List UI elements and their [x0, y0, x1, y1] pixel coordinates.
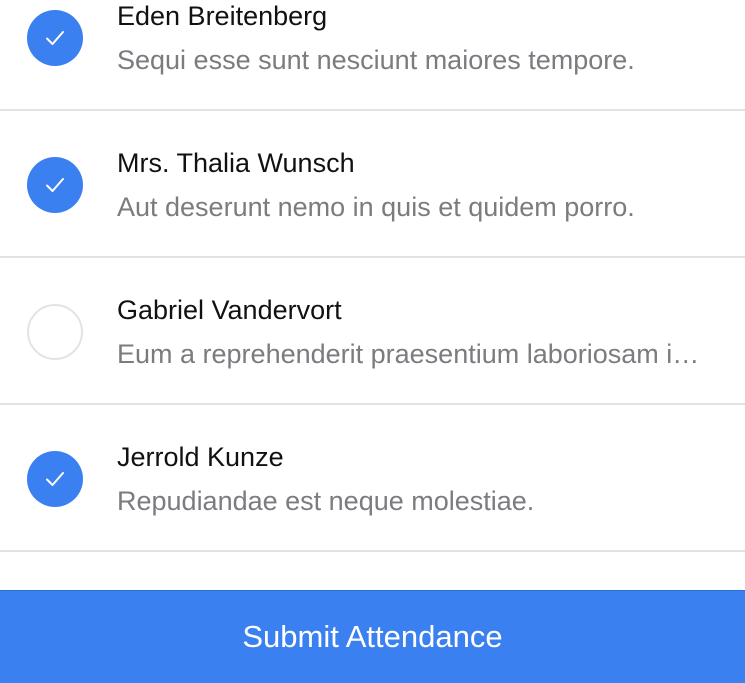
checkmark-icon: [46, 31, 64, 45]
attendee-row[interactable]: Eden Breitenberg Sequi esse sunt nesciun…: [0, 0, 745, 111]
attendance-screen: Eden Breitenberg Sequi esse sunt nesciun…: [0, 0, 745, 683]
attendee-note: Eum a reprehenderit praesentium laborios…: [117, 339, 709, 369]
checkmark-icon: [46, 178, 64, 192]
attendee-name: Jerrold Kunze: [117, 442, 284, 472]
attendee-list: Eden Breitenberg Sequi esse sunt nesciun…: [0, 0, 745, 552]
attendee-name: Eden Breitenberg: [117, 1, 328, 31]
checkmark-icon: [46, 472, 64, 486]
attendee-note: Repudiandae est neque molestiae.: [117, 486, 535, 516]
attendee-note: Aut deserunt nemo in quis et quidem porr…: [117, 192, 635, 222]
attendee-checkbox[interactable]: [27, 304, 83, 360]
attendee-checkbox[interactable]: [27, 157, 83, 213]
submit-attendance-button[interactable]: Submit Attendance: [0, 590, 745, 683]
attendee-row[interactable]: Mrs. Thalia Wunsch Aut deserunt nemo in …: [0, 111, 745, 258]
attendee-name: Gabriel Vandervort: [117, 295, 342, 325]
attendee-row[interactable]: Jerrold Kunze Repudiandae est neque mole…: [0, 405, 745, 552]
attendee-checkbox[interactable]: [27, 10, 83, 66]
attendee-row[interactable]: Gabriel Vandervort Eum a reprehenderit p…: [0, 258, 745, 405]
attendee-checkbox[interactable]: [27, 451, 83, 507]
attendee-name: Mrs. Thalia Wunsch: [117, 148, 355, 178]
attendee-note: Sequi esse sunt nesciunt maiores tempore…: [117, 45, 635, 75]
